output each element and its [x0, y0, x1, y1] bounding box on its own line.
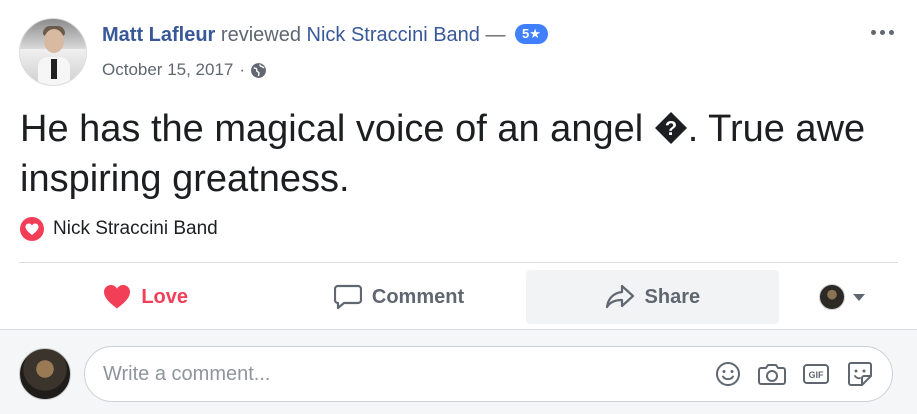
post-date-link[interactable]: October 15, 2017: [102, 60, 233, 80]
share-button[interactable]: Share: [525, 270, 779, 324]
sticker-icon[interactable]: [846, 360, 874, 388]
camera-icon[interactable]: [758, 360, 786, 388]
share-arrow-icon: [605, 284, 634, 309]
author-avatar[interactable]: [19, 18, 87, 86]
post-header: Matt Lafleur reviewed Nick Straccini Ban…: [102, 23, 548, 47]
missing-glyph-icon: ?: [654, 112, 687, 144]
heart-icon: [20, 217, 44, 241]
post-text: He has the magical voice of an angel ? .…: [20, 104, 890, 204]
globe-icon[interactable]: [250, 62, 267, 79]
action-bar: Love Comment Share: [19, 270, 879, 324]
comment-tools: GIF: [714, 360, 874, 388]
comment-input[interactable]: [103, 347, 663, 401]
heart-icon: [104, 285, 131, 309]
svg-text:?: ?: [665, 118, 677, 140]
author-name-link[interactable]: Matt Lafleur: [102, 24, 215, 46]
page-name-link[interactable]: Nick Straccini Band: [307, 24, 480, 46]
review-post-card: Matt Lafleur reviewed Nick Straccini Ban…: [0, 0, 917, 414]
gif-icon[interactable]: GIF: [802, 360, 830, 388]
comment-composer[interactable]: GIF: [84, 346, 893, 402]
user-avatar: [818, 284, 845, 310]
header-dash: —: [485, 24, 506, 46]
emoji-icon[interactable]: [714, 360, 742, 388]
post-as-selector[interactable]: [779, 270, 879, 324]
caret-down-icon: [852, 293, 865, 301]
divider: [19, 262, 898, 263]
svg-text:GIF: GIF: [809, 370, 825, 380]
recommended-page-link[interactable]: Nick Straccini Band: [53, 218, 218, 240]
post-text-part1: He has the magical voice of an angel: [20, 108, 654, 150]
share-label: Share: [644, 285, 701, 308]
more-options-icon[interactable]: [865, 22, 899, 42]
comment-label: Comment: [371, 285, 465, 308]
commenter-avatar[interactable]: [19, 348, 71, 400]
recommendation-line: Nick Straccini Band: [20, 217, 218, 241]
post-meta: October 15, 2017 ·: [102, 60, 267, 80]
love-label: Love: [141, 285, 188, 308]
meta-separator: ·: [239, 60, 246, 79]
comment-bubble-icon: [333, 284, 362, 310]
love-button[interactable]: Love: [19, 270, 272, 324]
rating-badge: 5★: [515, 23, 548, 44]
review-verb: reviewed: [220, 24, 301, 46]
comment-button[interactable]: Comment: [272, 270, 525, 324]
